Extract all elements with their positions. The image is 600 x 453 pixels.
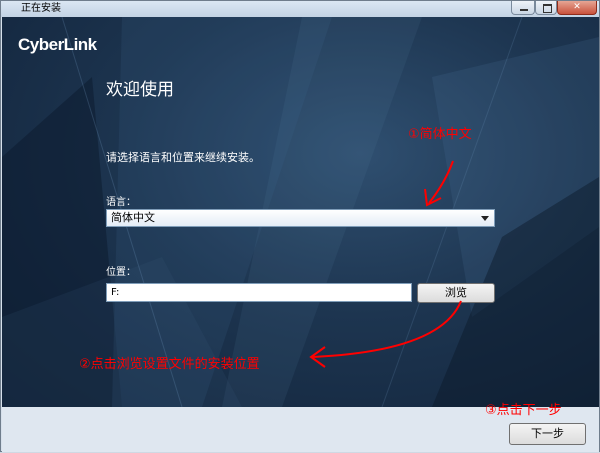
annotation-step1: ①简体中文 (408, 127, 472, 142)
dropdown-arrow-icon (481, 216, 489, 221)
close-button[interactable]: ✕ (557, 1, 597, 15)
maximize-button[interactable] (535, 1, 557, 15)
close-icon: ✕ (573, 2, 581, 12)
window-title: 正在安装 (21, 3, 61, 14)
next-button[interactable]: 下一步 (509, 423, 586, 445)
annotation-step3: ③点击下一步 (485, 403, 562, 418)
minimize-icon (520, 9, 528, 11)
welcome-heading: 欢迎使用 (106, 80, 174, 100)
title-bar[interactable]: 正在安装 ✕ (1, 1, 599, 17)
location-input[interactable]: F: (106, 283, 412, 302)
annotation-step2: ②点击浏览设置文件的安装位置 (79, 357, 260, 372)
minimize-button[interactable] (511, 1, 535, 15)
location-label: 位置： (106, 267, 136, 278)
installer-window: 正在安装 ✕ CyberLink 欢迎使用 请选择语言和位置来继续安装。 语言：… (0, 0, 600, 452)
cyberlink-logo: CyberLink (18, 35, 97, 54)
browse-button[interactable]: 浏览 (417, 283, 495, 303)
language-label: 语言： (106, 197, 136, 208)
language-select[interactable]: 简体中文 (106, 209, 495, 227)
installer-content: CyberLink 欢迎使用 请选择语言和位置来继续安装。 语言： 简体中文 位… (2, 17, 599, 407)
instruction-text: 请选择语言和位置来继续安装。 (106, 151, 260, 164)
maximize-icon (543, 4, 552, 13)
language-value: 简体中文 (111, 211, 155, 224)
